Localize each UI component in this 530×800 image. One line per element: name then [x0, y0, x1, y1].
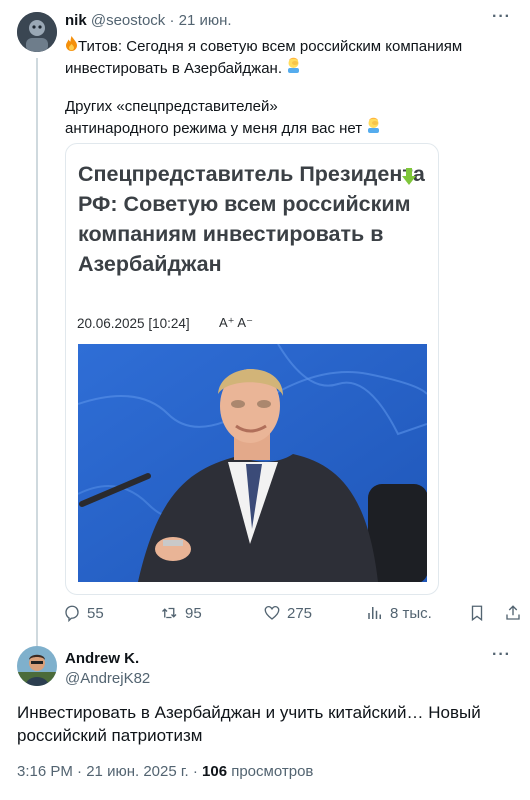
- bookmark-button[interactable]: [468, 604, 486, 622]
- author-name[interactable]: nik: [65, 12, 87, 29]
- views-button[interactable]: 8 тыс.: [366, 604, 432, 622]
- reply-text: Инвестировать в Азербайджан и учить кита…: [17, 703, 481, 745]
- reply-more-options-icon[interactable]: ···: [492, 646, 511, 664]
- avatar-andrew[interactable]: [17, 646, 57, 686]
- like-count: 275: [287, 604, 313, 622]
- fire-emoji-icon: [65, 36, 78, 57]
- separator: ·: [169, 12, 175, 29]
- download-arrow-icon: [402, 168, 416, 186]
- tweet-text: Титов: Сегодня я советую всем российским…: [65, 36, 520, 138]
- reply-button[interactable]: 55: [63, 604, 104, 622]
- media-card[interactable]: Спецпредставитель Президента РФ: Советую…: [65, 143, 439, 595]
- tweet-line-3: антинародного режима у меня для вас нет: [65, 119, 363, 137]
- article-date: 20.06.2025 [10:24]: [77, 316, 190, 331]
- facepalm-emoji-icon: [366, 117, 381, 139]
- reply-time[interactable]: 3:16 PM: [17, 763, 73, 780]
- action-bar: 55 95 275 8 тыс.: [63, 604, 521, 626]
- separator: ·: [77, 763, 83, 780]
- reply-author-handle[interactable]: @AndrejK82: [65, 670, 150, 687]
- author-handle[interactable]: @seostock: [91, 12, 165, 29]
- tweet-date[interactable]: 21 июн.: [179, 12, 232, 29]
- bookmark-icon: [471, 605, 483, 622]
- share-button[interactable]: [504, 604, 522, 622]
- reply-icon: [65, 605, 79, 622]
- reply-count: 55: [87, 604, 104, 622]
- reply-date[interactable]: 21 июн. 2025 г.: [86, 763, 188, 780]
- reply-views-label: просмотров: [231, 763, 314, 780]
- reply-author-name[interactable]: Andrew K.: [65, 650, 139, 667]
- tweet-line-2: Других «спецпредставителей»: [65, 98, 278, 115]
- article-photo: [78, 344, 427, 582]
- like-button[interactable]: 275: [263, 604, 312, 622]
- facepalm-emoji-icon: [286, 57, 301, 79]
- tweet-line-1: Титов: Сегодня я советую всем российским…: [65, 38, 463, 77]
- reply-meta: 3:16 PM · 21 июн. 2025 г. · 106 просмотр…: [17, 763, 313, 780]
- more-options-icon[interactable]: ···: [492, 8, 511, 26]
- font-size-controls: A⁺ A⁻: [219, 315, 253, 330]
- repost-count: 95: [185, 604, 202, 622]
- avatar-nik[interactable]: [17, 12, 57, 52]
- heart-icon: [264, 605, 280, 620]
- views-count: 8 тыс.: [390, 604, 432, 622]
- repost-button[interactable]: 95: [161, 604, 202, 622]
- repost-icon: [162, 607, 177, 619]
- separator: ·: [192, 763, 198, 780]
- reply-views-count: 106: [202, 763, 228, 780]
- thread-line: [36, 58, 38, 648]
- tweet-header: nik @seostock · 21 июн.: [65, 12, 232, 30]
- share-icon: [506, 605, 520, 620]
- article-title: Спецпредставитель Президента РФ: Советую…: [78, 162, 425, 276]
- analytics-icon: [368, 607, 381, 619]
